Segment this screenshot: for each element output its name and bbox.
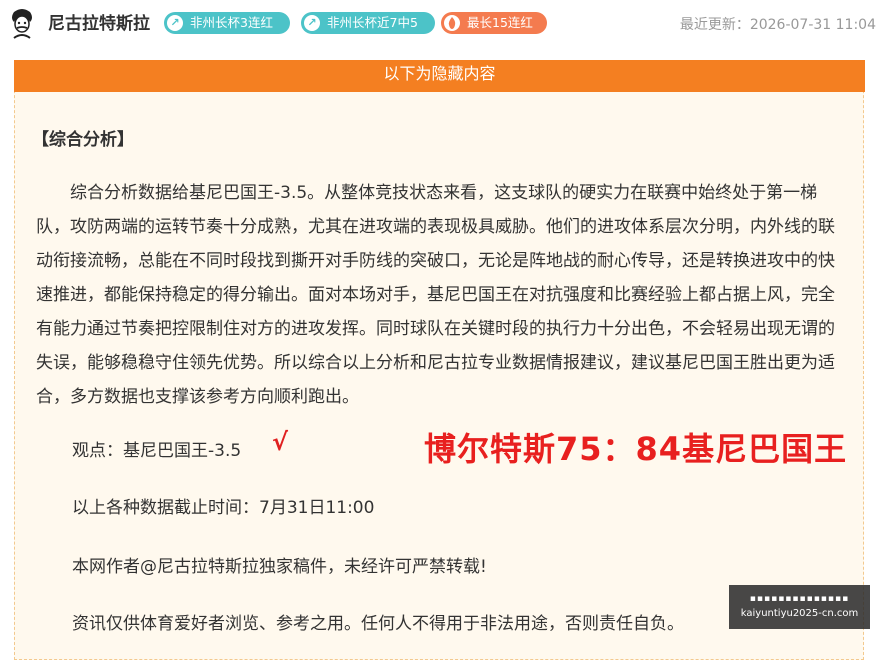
badge-streak-3: 最长15连红 bbox=[441, 12, 547, 34]
viewpoint: 观点：基尼巴国王-3.5 bbox=[72, 441, 242, 461]
badge-streak-1: ↗ 非州长杯3连红 bbox=[164, 12, 290, 34]
badge-streak-2: ↗ 非州长杯近7中5 bbox=[301, 12, 435, 34]
disclaimer: 资讯仅供体育爱好者浏览、参考之用。任何人不得用于非法用途，否则责任自负。 bbox=[72, 614, 684, 634]
section-title: 【综合分析】 bbox=[32, 130, 134, 150]
badge-label: 非州长杯3连红 bbox=[190, 15, 273, 30]
match-result: 博尔特斯75：84基尼巴国王 bbox=[424, 430, 848, 468]
copyright-notice: 本网作者@尼古拉特斯拉独家稿件，未经许可严禁转载! bbox=[72, 557, 487, 577]
trend-up-icon: ↗ bbox=[304, 15, 320, 31]
watermark-top: ▪▪▪▪▪▪▪▪▪▪▪▪▪▪ bbox=[749, 594, 850, 604]
author-avatar[interactable] bbox=[8, 8, 36, 40]
top-header: 尼古拉特斯拉 ↗ 非州长杯3连红 ↗ 非州长杯近7中5 最长15连红 最近更新：… bbox=[0, 0, 880, 50]
last-updated: 最近更新：2026-07-31 11:04 bbox=[679, 17, 876, 33]
badge-label: 最长15连红 bbox=[467, 15, 533, 30]
trend-up-icon: ↗ bbox=[167, 15, 183, 31]
watermark[interactable]: ▪▪▪▪▪▪▪▪▪▪▪▪▪▪ kaiyuntiyu2025-cn.com bbox=[729, 585, 870, 629]
fire-icon bbox=[444, 15, 460, 31]
check-icon: √ bbox=[272, 428, 289, 456]
analysis-paragraph: 综合分析数据给基尼巴国王-3.5。从整体竞技状态来看，这支球队的硬实力在联赛中始… bbox=[36, 183, 835, 407]
watermark-url: kaiyuntiyu2025-cn.com bbox=[740, 608, 859, 619]
data-cutoff: 以上各种数据截止时间：7月31日11:00 bbox=[72, 498, 375, 518]
badge-label: 非州长杯近7中5 bbox=[327, 15, 418, 30]
hidden-content-header: 以下为隐藏内容 bbox=[14, 60, 865, 92]
author-name[interactable]: 尼古拉特斯拉 bbox=[48, 12, 150, 36]
